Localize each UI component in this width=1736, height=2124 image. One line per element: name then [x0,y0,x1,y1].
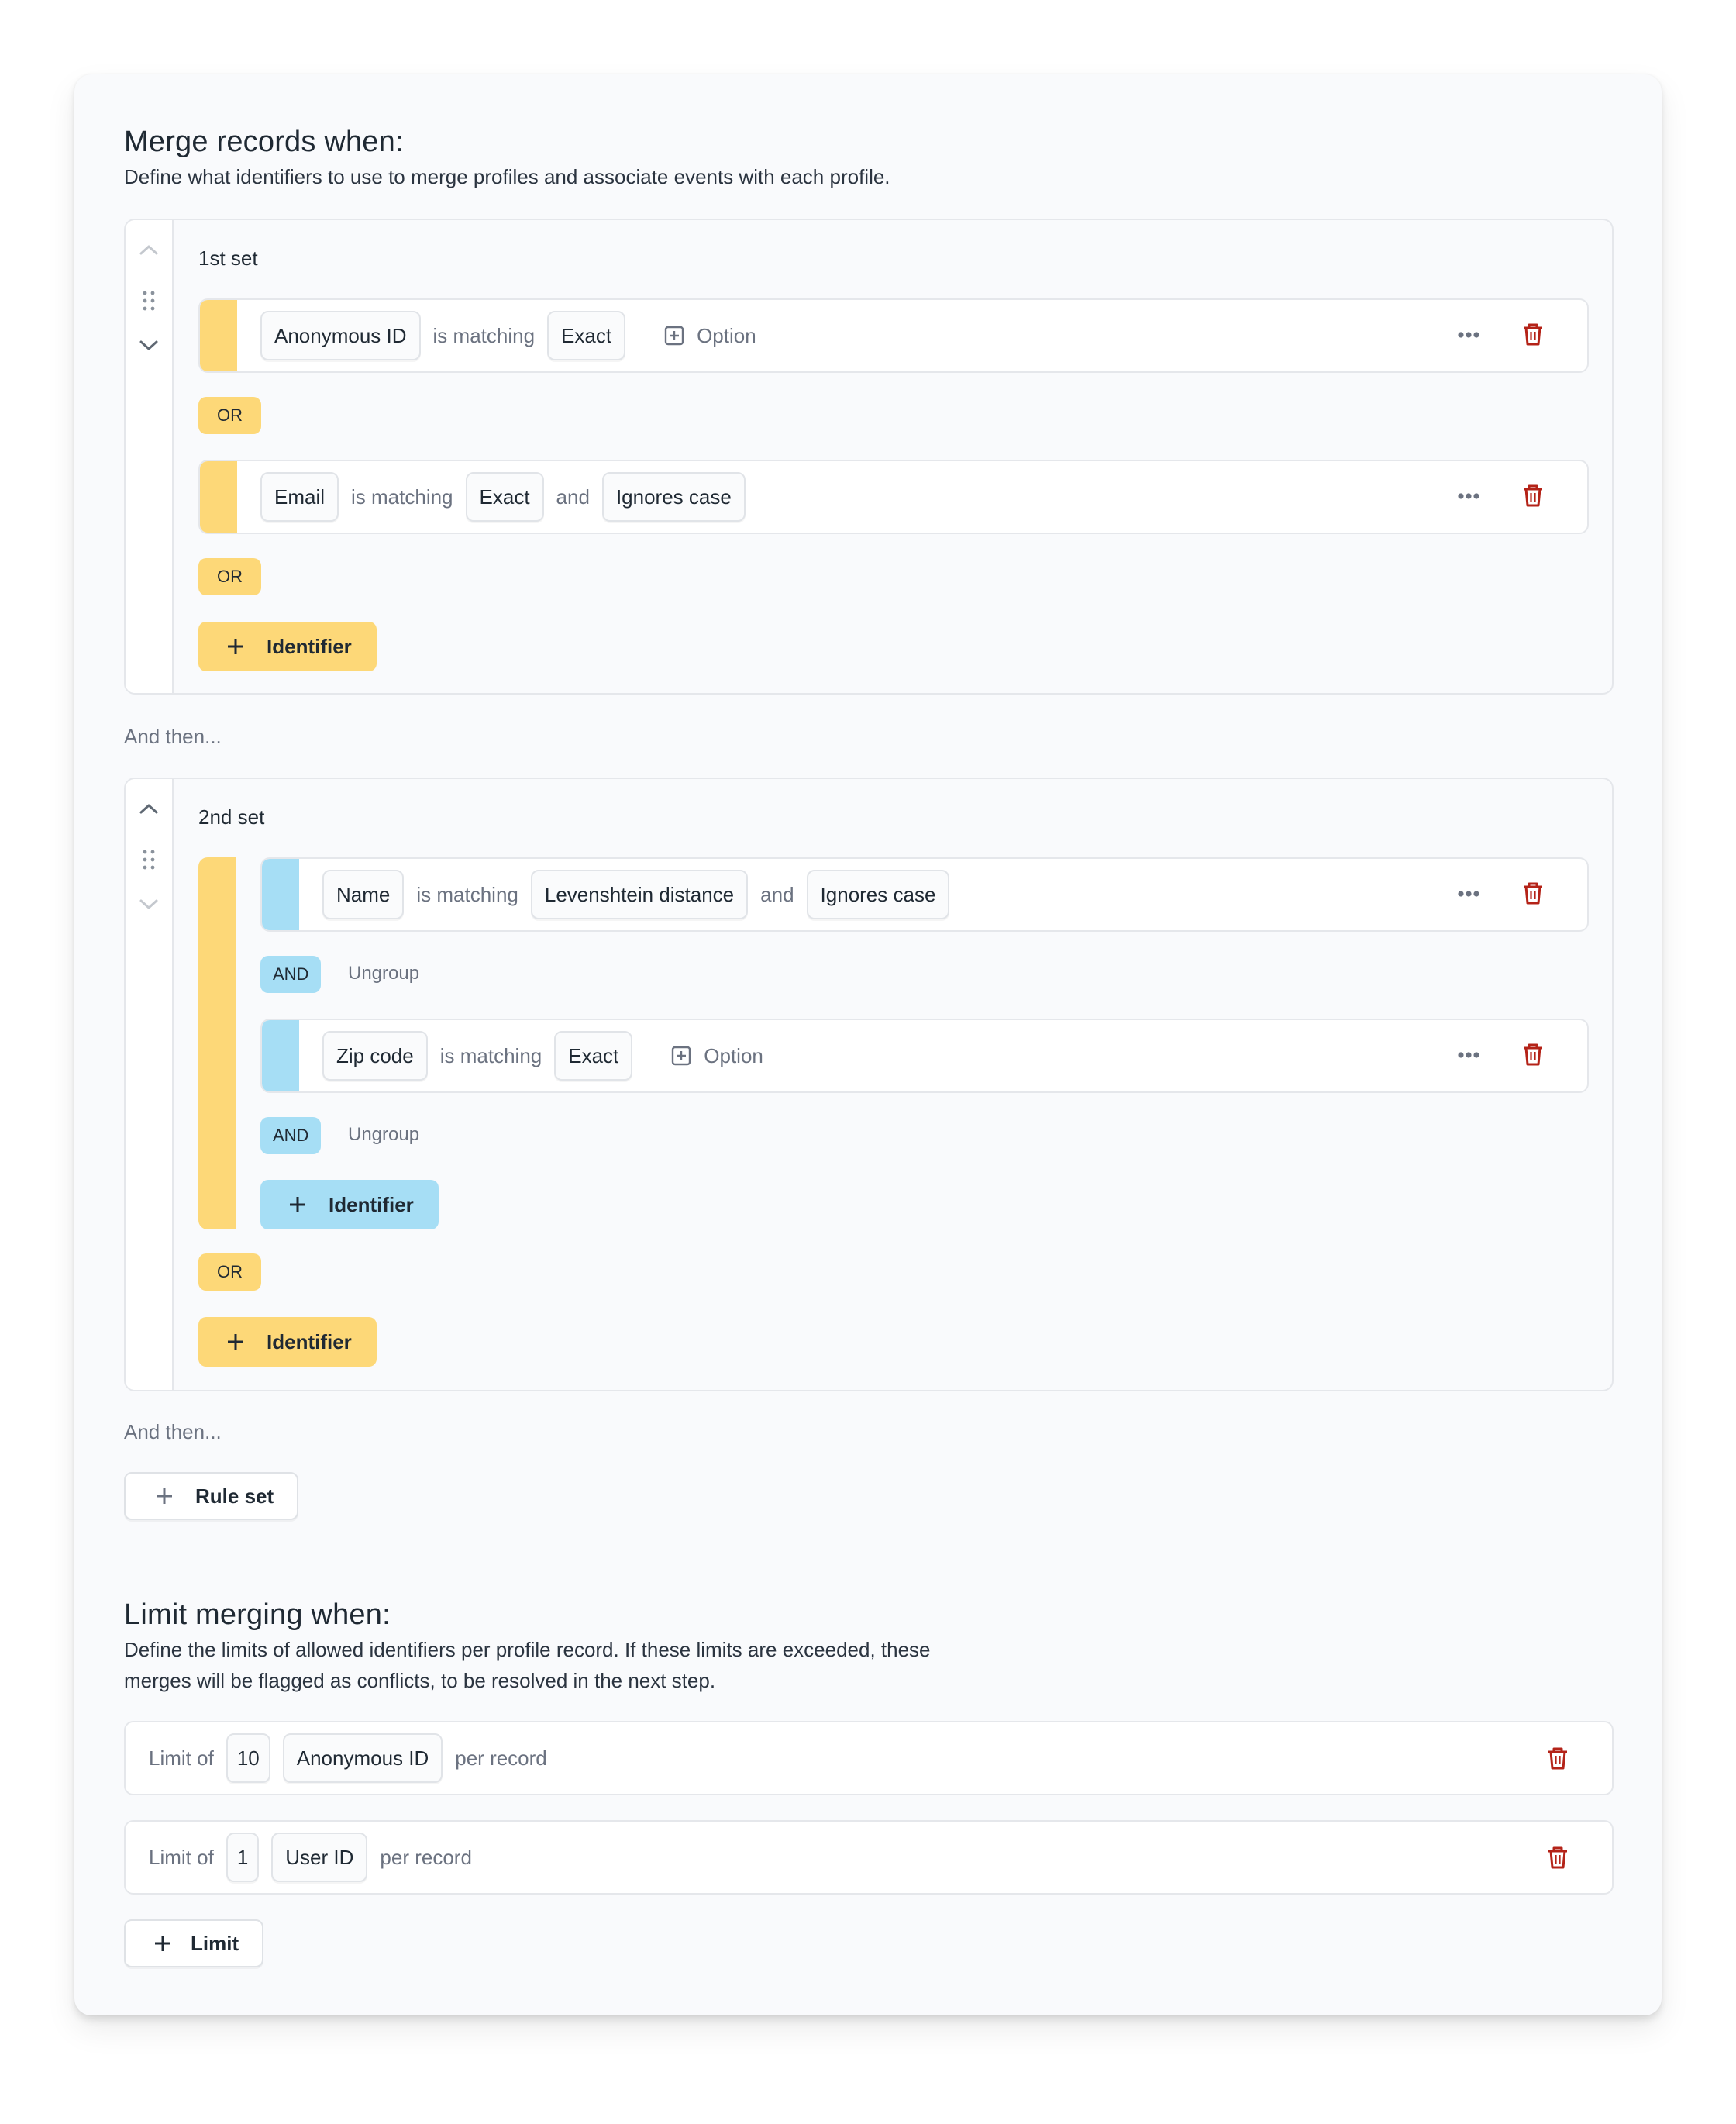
trash-icon[interactable] [1547,1822,1569,1893]
add-option-button[interactable]: Option [671,1044,763,1068]
and-operator-badge[interactable]: AND [260,1117,322,1154]
trash-icon[interactable] [1522,881,1544,909]
add-identifier-label: Identifier [267,634,352,658]
identifier-select[interactable]: Name [322,870,405,919]
limit-section-description-line1: Define the limits of allowed identifiers… [124,1638,931,1661]
trash-icon[interactable] [1522,1042,1544,1071]
add-limit-label: Limit [191,1931,239,1955]
add-identifier-button[interactable]: Identifier [198,622,377,671]
connector-text: is matching [416,882,518,906]
or-group-bar [200,300,237,371]
identifier-select[interactable]: Anonymous ID [260,311,421,360]
or-group-bar [198,857,236,1229]
and-then-label: And then... [124,1420,222,1443]
plus-icon [157,1488,172,1504]
identifier-row: Anonymous ID is matching Exact Option [198,298,1589,373]
limit-suffix: per record [380,1845,472,1869]
add-group-identifier-button[interactable]: Identifier [260,1180,439,1229]
identifier-row: Zip code is matching Exact Option [260,1019,1589,1093]
drag-handle-icon[interactable] [126,290,172,312]
plus-icon [155,1936,170,1951]
match-type-select[interactable]: Exact [554,1031,633,1081]
merge-section-title: Merge records when: [124,126,404,158]
add-rule-set-label: Rule set [195,1484,274,1508]
rule-set-rail [126,220,174,693]
connector-text: is matching [432,323,536,347]
identifier-select[interactable]: Email [260,472,339,522]
plus-square-icon [672,1046,691,1066]
add-identifier-button[interactable]: Identifier [198,1317,377,1367]
limit-prefix: Limit of [149,1746,214,1770]
trash-icon[interactable] [1522,322,1544,350]
add-option-button[interactable]: Option [664,324,756,348]
and-text: and [760,882,794,906]
limit-section-description-line2: merges will be flagged as conflicts, to … [124,1669,716,1692]
limit-count-input[interactable]: 1 [226,1833,260,1882]
chevron-up-icon[interactable] [126,242,172,257]
set-title: 2nd set [198,805,265,829]
add-limit-button[interactable]: Limit [124,1919,264,1967]
merge-section-description: Define what identifiers to use to merge … [124,165,890,188]
match-type-select[interactable]: Levenshtein distance [530,870,749,919]
limit-count-input[interactable]: 10 [226,1733,270,1783]
modifier-select[interactable]: Ignores case [601,472,746,522]
and-group-bar [262,1020,299,1091]
chevron-down-icon[interactable] [126,338,172,353]
add-rule-set-button[interactable]: Rule set [124,1472,299,1520]
limit-identifier-select[interactable]: Anonymous ID [282,1733,443,1783]
or-operator-badge[interactable]: OR [198,558,261,595]
connector-text: is matching [439,1043,542,1067]
add-identifier-label: Identifier [329,1192,414,1216]
connector-text: is matching [351,484,453,509]
and-operator-badge[interactable]: AND [260,956,322,993]
rule-set-rail [126,779,174,1390]
match-type-select[interactable]: Exact [547,311,626,360]
identifier-row: Email is matching Exact and Ignores case [198,460,1589,534]
ellipsis-icon[interactable] [1457,888,1480,902]
identifier-row: Name is matching Levenshtein distance an… [260,857,1589,932]
add-option-label: Option [697,323,756,347]
or-operator-badge[interactable]: OR [198,397,261,434]
limit-suffix: per record [455,1746,547,1770]
and-group-bar [262,859,299,930]
plus-icon [228,1334,243,1350]
limit-row: Limit of 1 User ID per record [124,1820,1614,1895]
plus-square-icon [664,326,684,346]
ellipsis-icon[interactable] [1457,1049,1480,1063]
limit-identifier-select[interactable]: User ID [271,1833,368,1882]
trash-icon[interactable] [1547,1722,1569,1794]
limit-section-title: Limit merging when: [124,1598,391,1631]
or-group-bar [200,461,237,533]
modifier-select[interactable]: Ignores case [806,870,950,919]
and-text: and [556,484,590,509]
identifier-select[interactable]: Zip code [322,1031,428,1081]
or-operator-badge[interactable]: OR [198,1253,261,1291]
add-option-label: Option [704,1043,763,1067]
drag-handle-icon[interactable] [126,849,172,871]
limit-prefix: Limit of [149,1845,214,1869]
set-title: 1st set [198,247,258,270]
match-type-select[interactable]: Exact [465,472,544,522]
and-then-label: And then... [124,725,222,748]
limit-row: Limit of 10 Anonymous ID per record [124,1721,1614,1795]
ellipsis-icon[interactable] [1457,490,1480,504]
plus-icon [290,1197,305,1212]
add-identifier-label: Identifier [267,1329,352,1353]
trash-icon[interactable] [1522,483,1544,512]
ungroup-button[interactable]: Ungroup [348,963,419,984]
chevron-up-icon[interactable] [126,801,172,816]
ungroup-button[interactable]: Ungroup [348,1124,419,1146]
plus-icon [228,639,243,654]
ellipsis-icon[interactable] [1457,329,1480,343]
chevron-down-icon[interactable] [126,897,172,912]
